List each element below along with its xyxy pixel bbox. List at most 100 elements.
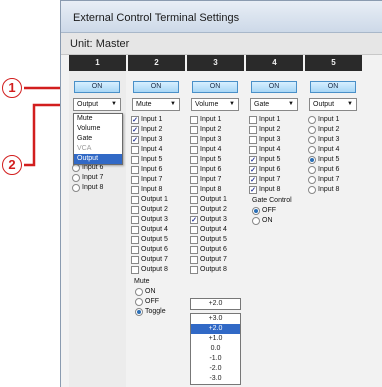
checkbox-item[interactable]: Input 7 xyxy=(131,175,168,185)
checkbox-item[interactable]: Output 7 xyxy=(131,255,168,265)
radio-item[interactable]: OFF xyxy=(252,206,292,216)
checkbox-item[interactable]: Output 6 xyxy=(131,245,168,255)
radio-item[interactable]: Input 2 xyxy=(308,125,339,135)
on-button[interactable]: ON xyxy=(74,81,120,93)
radio-item[interactable]: Input 7 xyxy=(308,175,339,185)
mute-group-label: Mute xyxy=(134,278,150,285)
terminal-column-4: 4 ON Gate ▼ Input 1 Input 2 Input 3 Inpu… xyxy=(246,55,303,387)
checkbox-item[interactable]: Output 6 xyxy=(190,245,227,255)
level-option[interactable]: -3.0 xyxy=(191,374,240,384)
checkbox-item[interactable]: Output 1 xyxy=(190,195,227,205)
checkbox-item[interactable]: ✓ Input 8 xyxy=(249,185,292,195)
on-button[interactable]: ON xyxy=(133,81,179,93)
dropdown-value: Gate xyxy=(254,101,270,108)
checkbox-item[interactable]: Input 3 xyxy=(249,135,292,145)
radio-item[interactable]: Input 8 xyxy=(308,185,339,195)
radio-item[interactable]: Input 4 xyxy=(308,145,339,155)
radio-item[interactable]: Input 1 xyxy=(308,115,339,125)
dropdown-value: Output xyxy=(313,101,335,108)
checkbox-item[interactable]: Input 3 xyxy=(190,135,227,145)
checkbox-item[interactable]: Output 3 xyxy=(131,215,168,225)
menu-item-mute[interactable]: Mute xyxy=(74,114,122,124)
checkbox-item[interactable]: ✓ Input 1 xyxy=(131,115,168,125)
checkbox-item[interactable]: Input 4 xyxy=(249,145,292,155)
on-button[interactable]: ON xyxy=(192,81,238,93)
checkbox-item[interactable]: Output 5 xyxy=(131,235,168,245)
settings-window: External Control Terminal Settings Unit:… xyxy=(60,0,382,387)
radio-item[interactable]: Input 7 xyxy=(72,173,103,183)
function-dropdown[interactable]: Output ▼ xyxy=(73,98,121,111)
checkbox-item[interactable]: Output 2 xyxy=(190,205,227,215)
checkbox-item[interactable]: ✓ Input 7 xyxy=(249,175,292,185)
checkbox-item[interactable]: Input 6 xyxy=(190,165,227,175)
checkbox-item[interactable]: Input 4 xyxy=(190,145,227,155)
checkbox-item[interactable]: ✓ Input 3 xyxy=(131,135,168,145)
radio-item[interactable]: Input 5 xyxy=(308,155,339,165)
checkbox-item[interactable]: ✓ Output 3 xyxy=(190,215,227,225)
checkbox-item[interactable]: Output 7 xyxy=(190,255,227,265)
checkbox-item[interactable]: Input 2 xyxy=(190,125,227,135)
terminal-column-1: 1 ON Output ▼ Input 6 Input 7 Input 8 Mu… xyxy=(69,55,126,387)
column-number: 4 xyxy=(246,55,303,71)
checkbox-item[interactable]: Input 7 xyxy=(190,175,227,185)
checkbox-item[interactable]: Output 1 xyxy=(131,195,168,205)
checkbox-item[interactable]: Output 4 xyxy=(190,225,227,235)
radio-item[interactable]: Toggle xyxy=(135,307,168,317)
radio-item[interactable]: OFF xyxy=(135,297,168,307)
menu-item-gate[interactable]: Gate xyxy=(74,134,122,144)
checkbox-item[interactable]: Input 2 xyxy=(249,125,292,135)
level-option[interactable]: +1.0 xyxy=(191,334,240,344)
radio-item[interactable]: Input 8 xyxy=(72,183,103,193)
chevron-down-icon: ▼ xyxy=(229,101,235,107)
level-display[interactable]: +2.0 xyxy=(190,298,241,310)
level-option[interactable]: 0.0 xyxy=(191,344,240,354)
level-option[interactable]: -2.0 xyxy=(191,364,240,374)
dropdown-value: Volume xyxy=(195,101,219,108)
menu-item-vca[interactable]: VCA xyxy=(74,144,122,154)
checkbox-item[interactable]: Input 1 xyxy=(249,115,292,125)
checkbox-item[interactable]: Output 2 xyxy=(131,205,168,215)
checkbox-list: ✓ Input 1 ✓ Input 2 ✓ Input 3 Input 4 Input… xyxy=(131,115,168,317)
checkbox-item[interactable]: Output 4 xyxy=(131,225,168,235)
on-button[interactable]: ON xyxy=(251,81,297,93)
function-dropdown[interactable]: Mute ▼ xyxy=(132,98,180,111)
function-dropdown-menu: Mute Volume Gate VCA Output xyxy=(73,113,123,165)
checkbox-item[interactable]: Input 1 xyxy=(190,115,227,125)
checkbox-item[interactable]: Input 5 xyxy=(190,155,227,165)
checkbox-item[interactable]: Output 8 xyxy=(131,265,168,275)
level-option[interactable]: +3.0 xyxy=(191,314,240,324)
function-dropdown[interactable]: Volume ▼ xyxy=(191,98,239,111)
level-option[interactable]: -1.0 xyxy=(191,354,240,364)
radio-item[interactable]: Input 3 xyxy=(308,135,339,145)
menu-item-volume[interactable]: Volume xyxy=(74,124,122,134)
dropdown-value: Mute xyxy=(136,101,152,108)
radio-list: Input 1 Input 2 Input 3 Input 4 Input 5 … xyxy=(308,115,339,195)
checkbox-item[interactable]: Input 5 xyxy=(131,155,168,165)
on-button[interactable]: ON xyxy=(310,81,356,93)
unit-label: Unit: xyxy=(70,38,93,50)
function-dropdown[interactable]: Output ▼ xyxy=(309,98,357,111)
checkbox-item[interactable]: Input 6 xyxy=(131,165,168,175)
radio-item[interactable]: Input 6 xyxy=(308,165,339,175)
terminal-column-2: 2 ON Mute ▼ ✓ Input 1 ✓ Input 2 ✓ Input 3 I… xyxy=(128,55,185,387)
radio-item[interactable]: ON xyxy=(252,216,292,226)
level-value: +2.0 xyxy=(208,300,223,307)
radio-item[interactable]: ON xyxy=(135,287,168,297)
checkbox-list: Input 1 Input 2 Input 3 Input 4 ✓ Input 5… xyxy=(249,115,292,226)
chevron-down-icon: ▼ xyxy=(347,101,353,107)
column-number: 3 xyxy=(187,55,244,71)
level-option[interactable]: +2.0 xyxy=(191,324,240,334)
checkbox-item[interactable]: Input 8 xyxy=(190,185,227,195)
checkbox-item[interactable]: ✓ Input 6 xyxy=(249,165,292,175)
checkbox-item[interactable]: Input 4 xyxy=(131,145,168,155)
function-dropdown[interactable]: Gate ▼ xyxy=(250,98,298,111)
checkbox-item[interactable]: Output 5 xyxy=(190,235,227,245)
checkbox-item[interactable]: ✓ Input 5 xyxy=(249,155,292,165)
checkbox-item[interactable]: ✓ Input 2 xyxy=(131,125,168,135)
checkbox-item[interactable]: Input 8 xyxy=(131,185,168,195)
chevron-down-icon: ▼ xyxy=(111,101,117,107)
unit-value[interactable]: Master xyxy=(96,38,130,50)
menu-item-output[interactable]: Output xyxy=(74,154,122,164)
chevron-down-icon: ▼ xyxy=(288,101,294,107)
checkbox-item[interactable]: Output 8 xyxy=(190,265,227,275)
